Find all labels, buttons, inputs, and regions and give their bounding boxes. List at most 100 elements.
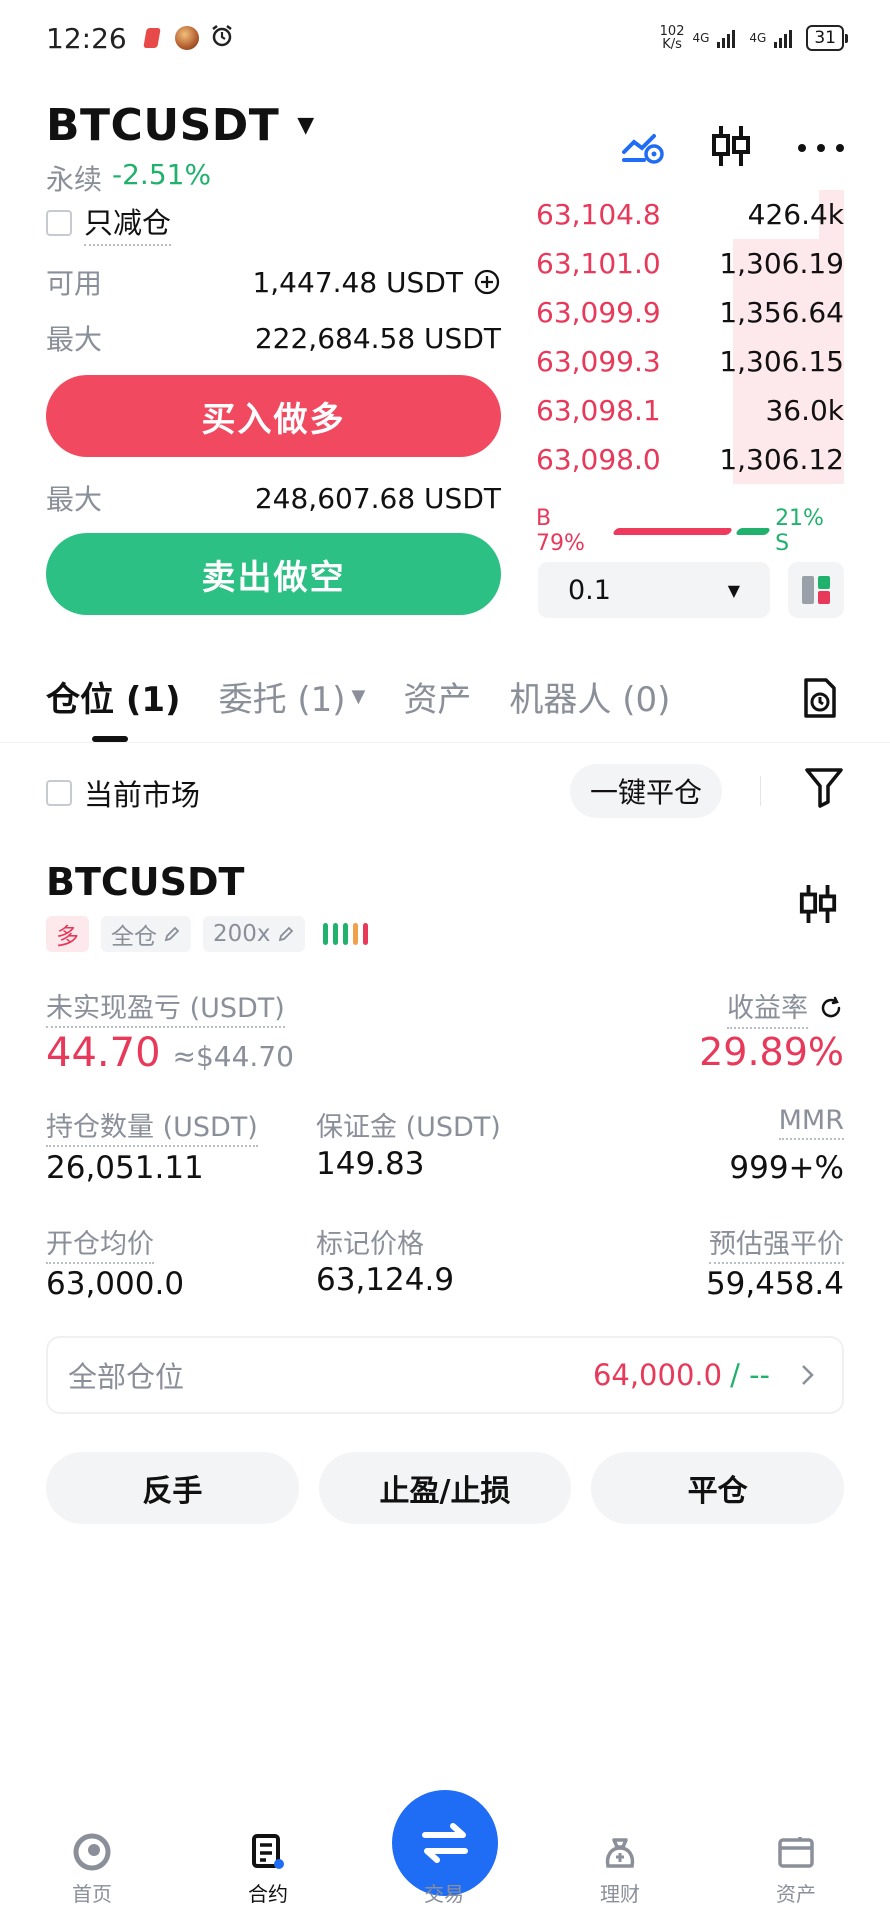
all-positions-row[interactable]: 全部仓位 64,000.0 / --: [46, 1336, 844, 1414]
caret-down-icon: ▼: [351, 686, 366, 707]
size-value: 26,051.11: [46, 1150, 204, 1186]
tab-positions[interactable]: 仓位 (1): [46, 672, 181, 721]
available-value-group: 1,447.48 USDT: [252, 266, 501, 299]
bottom-nav: 首页 合约 交易 理财 资产: [0, 1790, 890, 1920]
all-positions-sep: / --: [730, 1358, 770, 1392]
alarm-icon: [209, 23, 235, 53]
signal-icon-2: [774, 30, 793, 48]
max-sell-row: 最大 248,607.68 USDT: [46, 478, 501, 518]
nav-trade-label: 交易: [424, 1882, 464, 1906]
ask-row[interactable]: 63,098.1 36.0k: [536, 386, 844, 435]
unrealized-pnl-label: 未实现盈亏 (USDT): [46, 986, 285, 1028]
current-market-filter[interactable]: 当前市场: [46, 772, 200, 814]
ask-qty: 1,356.64: [719, 296, 844, 329]
side-tag: 多: [46, 916, 89, 952]
roe-label-group: 收益率: [727, 986, 844, 1029]
available-label: 可用: [46, 267, 103, 300]
ask-price: 63,098.1: [536, 394, 661, 427]
refresh-icon[interactable]: [818, 995, 844, 1021]
add-funds-icon[interactable]: [473, 268, 501, 296]
nav-trade[interactable]: 交易: [394, 1830, 494, 1907]
candlestick-chart-icon[interactable]: [798, 882, 838, 930]
contract-icon: [218, 1830, 318, 1874]
tab-bots[interactable]: 机器人 (0): [509, 672, 670, 721]
ask-row[interactable]: 63,098.0 1,306.12: [536, 435, 844, 484]
pair-title: BTCUSDT: [46, 100, 280, 151]
ask-row[interactable]: 63,101.0 1,306.19: [536, 239, 844, 288]
ask-qty: 1,306.15: [719, 345, 844, 378]
nav-assets[interactable]: 资产: [746, 1830, 846, 1907]
divider: [760, 776, 761, 806]
position-tags: 多 全仓 200x: [46, 916, 368, 952]
ask-row[interactable]: 63,099.3 1,306.15: [536, 337, 844, 386]
unrealized-pnl-value: 44.70: [46, 1030, 161, 1076]
close-all-button[interactable]: 一键平仓: [570, 764, 723, 818]
nav-contract[interactable]: 合约: [218, 1830, 318, 1907]
unrealized-pnl-usd: ≈$44.70: [172, 1040, 294, 1073]
chevron-right-icon: [802, 1365, 814, 1385]
filter-icon[interactable]: [804, 766, 844, 812]
order-book-asks: 63,104.8 426.4k 63,101.0 1,306.19 63,099.9 1,…: [536, 190, 844, 484]
mark-price-value: 63,124.9: [316, 1262, 455, 1298]
margin-label: 保证金 (USDT): [316, 1112, 501, 1143]
max-sell-label: 最大: [46, 483, 103, 516]
app-notification-icon: [174, 26, 199, 50]
history-icon[interactable]: [800, 676, 840, 724]
reduce-only-label: 只减仓: [84, 200, 172, 246]
edit-icon: [278, 926, 293, 942]
tab-assets[interactable]: 资产: [403, 672, 471, 721]
ask-price: 63,104.8: [536, 198, 661, 231]
available-row: 可用 1,447.48 USDT: [46, 262, 501, 302]
margin-value: 149.83: [316, 1146, 425, 1182]
entry-price-value: 63,000.0: [46, 1266, 185, 1302]
sell-short-button[interactable]: 卖出做空: [46, 533, 501, 615]
margin-mode-tag[interactable]: 全仓: [101, 916, 191, 952]
buy-long-button[interactable]: 买入做多: [46, 375, 501, 457]
reverse-button[interactable]: 反手: [46, 1452, 299, 1524]
strategy-icon[interactable]: [620, 126, 666, 170]
qty-step-select[interactable]: 0.1 ▼: [538, 562, 770, 618]
sell-ratio-bar: [735, 527, 772, 535]
entry-price-label: 开仓均价: [46, 1222, 154, 1264]
nav-contract-label: 合约: [248, 1882, 288, 1906]
more-menu-icon[interactable]: [796, 139, 846, 158]
nav-home[interactable]: 首页: [42, 1830, 142, 1907]
position-actions: 反手 止盈/止损 平仓: [46, 1452, 845, 1524]
nav-earn-label: 理财: [600, 1882, 640, 1906]
reduce-only-toggle[interactable]: 只减仓: [46, 200, 172, 246]
pair-subtitle: 永续 -2.51%: [46, 158, 211, 198]
all-positions-value-group: 64,000.0 / --: [593, 1358, 822, 1392]
leverage-tag[interactable]: 200x: [203, 916, 305, 952]
candlestick-chart-icon[interactable]: [710, 124, 752, 172]
signal-icon: [717, 30, 736, 48]
leverage-label: 200x: [213, 921, 271, 947]
tab-orders[interactable]: 委托 (1) ▼: [219, 672, 366, 721]
buy-ratio-bar: [612, 527, 734, 535]
signal-4g-label-2: 4G: [749, 31, 767, 45]
ask-row[interactable]: 63,099.9 1,356.64: [536, 288, 844, 337]
margin-mode-label: 全仓: [111, 924, 157, 950]
roe-value: 29.89%: [699, 1030, 844, 1074]
nav-trade-spacer: [394, 1830, 494, 1874]
size-label: 持仓数量 (USDT): [46, 1105, 258, 1147]
status-bar: 12:26 102 K/s 4G 4G 31: [46, 18, 848, 58]
all-positions-value: 64,000.0: [592, 1358, 723, 1392]
tpsl-button[interactable]: 止盈/止损: [318, 1452, 572, 1524]
ask-row[interactable]: 63,104.8 426.4k: [536, 190, 844, 239]
nav-earn[interactable]: 理财: [570, 1830, 670, 1907]
max-buy-label: 最大: [46, 323, 103, 356]
close-position-button[interactable]: 平仓: [591, 1452, 845, 1524]
reduce-only-checkbox[interactable]: [46, 210, 72, 236]
max-sell-value: 248,607.68 USDT: [254, 481, 501, 515]
ask-price: 63,099.9: [536, 296, 661, 329]
battery-indicator: 31: [806, 25, 848, 51]
mmr-label: MMR: [778, 1105, 844, 1140]
book-layout-button[interactable]: [788, 562, 844, 618]
signal-4g-label: 4G: [692, 31, 710, 45]
nav-home-label: 首页: [72, 1882, 112, 1906]
ask-price: 63,098.0: [536, 443, 661, 476]
pair-selector[interactable]: BTCUSDT ▼: [46, 100, 315, 151]
current-market-checkbox[interactable]: [46, 780, 72, 806]
edit-icon: [164, 926, 180, 942]
ask-price: 63,099.3: [536, 345, 661, 378]
